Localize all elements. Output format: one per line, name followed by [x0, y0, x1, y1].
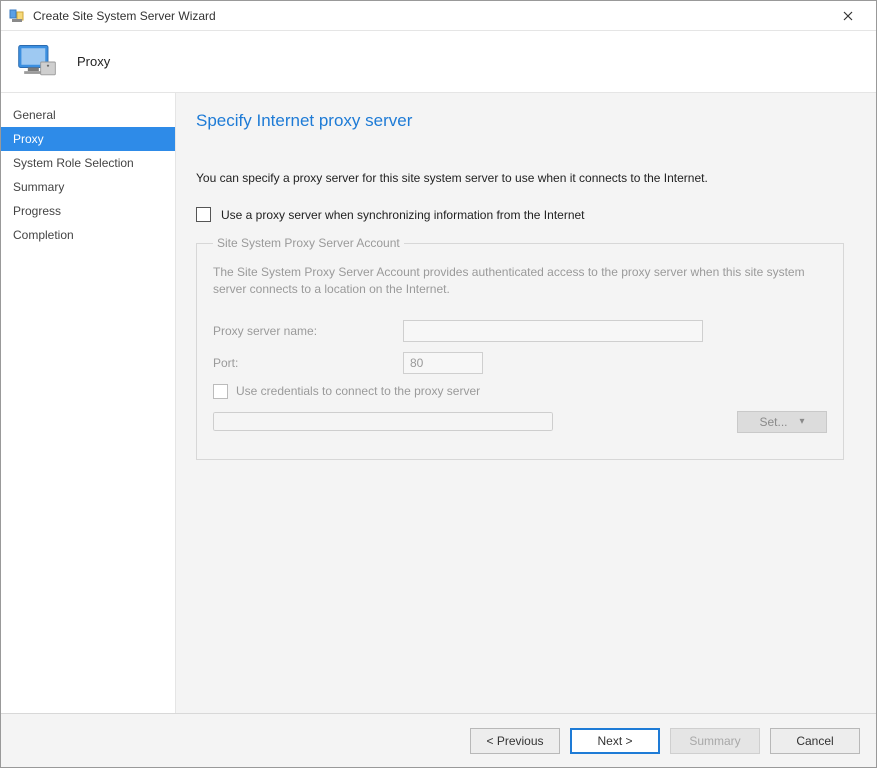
- next-button[interactable]: Next >: [570, 728, 660, 754]
- close-button[interactable]: [828, 1, 868, 31]
- proxy-server-name-label: Proxy server name:: [213, 324, 403, 338]
- wizard-icon: [9, 8, 25, 24]
- sidebar-item-summary[interactable]: Summary: [1, 175, 175, 199]
- sidebar-item-completion[interactable]: Completion: [1, 223, 175, 247]
- window-title: Create Site System Server Wizard: [33, 9, 216, 23]
- proxy-account-description: The Site System Proxy Server Account pro…: [213, 264, 827, 298]
- wizard-sidebar: General Proxy System Role Selection Summ…: [1, 93, 176, 713]
- wizard-footer: < Previous Next > Summary Cancel: [1, 713, 876, 767]
- proxy-account-legend: Site System Proxy Server Account: [213, 236, 404, 250]
- sidebar-item-proxy[interactable]: Proxy: [1, 127, 175, 151]
- chevron-down-icon: ▾: [799, 416, 804, 427]
- titlebar: Create Site System Server Wizard: [1, 1, 876, 31]
- use-proxy-checkbox-label: Use a proxy server when synchronizing in…: [221, 208, 585, 222]
- previous-button[interactable]: < Previous: [470, 728, 560, 754]
- wizard-header: Proxy: [1, 31, 876, 93]
- monitor-icon: [15, 40, 59, 84]
- sidebar-item-system-role-selection[interactable]: System Role Selection: [1, 151, 175, 175]
- proxy-port-input: [403, 352, 483, 374]
- set-account-button: Set... ▾: [737, 411, 827, 433]
- cancel-button[interactable]: Cancel: [770, 728, 860, 754]
- use-credentials-checkbox: [213, 384, 228, 399]
- use-credentials-label: Use credentials to connect to the proxy …: [236, 384, 480, 398]
- page-description: You can specify a proxy server for this …: [196, 171, 844, 185]
- proxy-account-input: [213, 412, 553, 431]
- use-proxy-checkbox[interactable]: [196, 207, 211, 222]
- proxy-account-fieldset: Site System Proxy Server Account The Sit…: [196, 236, 844, 460]
- summary-button: Summary: [670, 728, 760, 754]
- proxy-server-name-input: [403, 320, 703, 342]
- current-step-name: Proxy: [77, 54, 110, 69]
- page-title: Specify Internet proxy server: [196, 111, 844, 131]
- proxy-port-label: Port:: [213, 356, 403, 370]
- wizard-content: Specify Internet proxy server You can sp…: [176, 93, 876, 713]
- sidebar-item-progress[interactable]: Progress: [1, 199, 175, 223]
- set-account-button-label: Set...: [759, 415, 787, 429]
- sidebar-item-general[interactable]: General: [1, 103, 175, 127]
